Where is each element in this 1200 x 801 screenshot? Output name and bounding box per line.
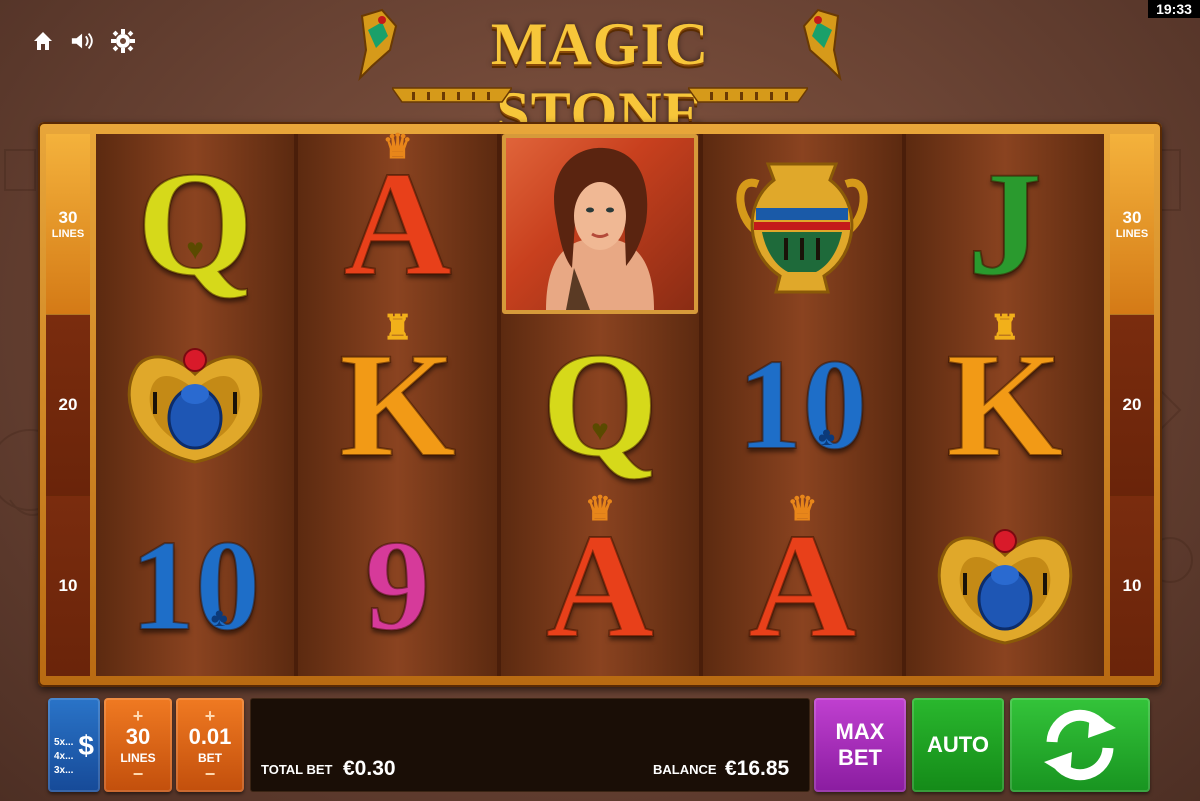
bet-selector[interactable]: + 0.01 BET − (176, 698, 244, 792)
total-bet-value: €0.30 (343, 757, 396, 780)
symbol-cell: 9 (298, 495, 496, 676)
lines-indicator-30[interactable]: 30 LINES (1110, 134, 1154, 315)
control-bar: 5x... 4x... 3x... $ + 30 LINES − + 0.01 … (44, 692, 1156, 797)
bet-plus-button[interactable]: + (205, 707, 216, 725)
scarab-icon (937, 528, 1073, 645)
refresh-icon (1044, 709, 1116, 781)
symbol-cell: Q ♥ (96, 134, 294, 315)
gear-icon[interactable] (110, 28, 136, 54)
symbol-q: Q ♥ (136, 141, 255, 308)
top-toolbar (30, 28, 136, 54)
symbol-cell: ♛ A (703, 490, 901, 676)
lines-number: 20 (58, 395, 78, 414)
crown-icon: ♛ (584, 490, 616, 528)
horus-bird-icon (358, 8, 398, 82)
lines-minus-button[interactable]: − (133, 765, 144, 783)
symbol-cell: Q ♥ (501, 315, 699, 496)
home-icon[interactable] (30, 28, 56, 54)
symbol-k: ♜ K (338, 309, 457, 488)
woman-portrait (501, 134, 698, 315)
bet-minus-button[interactable]: − (205, 765, 216, 783)
symbol-q: Q ♥ (541, 321, 660, 488)
crown-icon: ♜ (989, 309, 1021, 347)
symbol-a: ♛ A (747, 490, 857, 669)
lines-number: 10 (1122, 576, 1142, 595)
lines-plus-button[interactable]: + (133, 707, 144, 725)
logo-ornament (392, 87, 512, 103)
paytable-button[interactable]: 5x... 4x... 3x... $ (48, 698, 100, 792)
dollar-icon: $ (78, 730, 94, 761)
paytable-multipliers: 5x... 4x... 3x... (54, 737, 74, 776)
symbol-cell: 10 ♣ (703, 315, 901, 496)
crown-icon: ♜ (382, 309, 413, 347)
lines-word: LINES (1115, 228, 1149, 240)
bet-value: 0.01 (188, 724, 232, 749)
scarab-icon (127, 347, 263, 464)
max-bet-button[interactable]: MAX BET (814, 698, 906, 792)
crown-icon: ♛ (787, 490, 818, 528)
lines-value: 30 (125, 724, 151, 749)
lines-indicator-10[interactable]: 10 (46, 496, 90, 676)
symbol-cell: ♛ A (501, 490, 699, 676)
symbol-cell: ♛ A (298, 129, 496, 315)
reels-frame: 30 LINES 20 10 Q ♥ 10 ♣ ♛ A ♜ K 9 Q ♥ ♛ … (38, 122, 1162, 687)
symbol-cell: 10 ♣ (96, 495, 294, 676)
lines-number: 30 (1122, 208, 1142, 227)
spin-button[interactable] (1010, 698, 1150, 792)
lines-indicator-right: 30 LINES 20 10 (1110, 134, 1154, 676)
vase-icon (736, 162, 868, 294)
symbol-k: ♜ K (945, 309, 1064, 488)
fleur-icon: ♣ (210, 602, 228, 632)
lines-word: LINES (51, 228, 85, 240)
info-panel: TOTAL BET €0.30 BALANCE €16.85 (250, 698, 810, 792)
reel-3: Q ♥ ♛ A (500, 134, 700, 676)
symbol-cell (703, 134, 901, 315)
reels-grid: Q ♥ 10 ♣ ♛ A ♜ K 9 Q ♥ ♛ A 10 ♣ ♛ A J ♜ … (96, 129, 1104, 676)
lines-indicator-30[interactable]: 30 LINES (46, 134, 90, 315)
balance-value: €16.85 (725, 757, 790, 780)
lines-number: 10 (58, 576, 78, 595)
symbol-a: ♛ A (342, 129, 452, 308)
symbol-10: 10 ♣ (129, 513, 261, 658)
reel-1: Q ♥ 10 ♣ (96, 134, 295, 676)
horus-bird-icon (802, 8, 842, 82)
heart-icon: ♥ (591, 413, 609, 447)
reel-2: ♛ A ♜ K 9 (298, 129, 497, 676)
symbol-cell: ♜ K (298, 309, 496, 496)
status-clock: 19:33 (1148, 0, 1200, 18)
lines-number: 20 (1122, 395, 1142, 414)
lines-indicator-10[interactable]: 10 (1110, 496, 1154, 676)
symbol-cell: J (906, 134, 1104, 315)
speaker-icon[interactable] (70, 28, 96, 54)
lines-number: 30 (58, 208, 78, 227)
lines-indicator-left: 30 LINES 20 10 (46, 134, 90, 676)
auto-button[interactable]: AUTO (912, 698, 1004, 792)
total-bet-label: TOTAL BET (261, 762, 333, 777)
game-logo: MAGIC STONE (352, 6, 848, 146)
symbol-cell (96, 315, 294, 496)
woman-icon (545, 148, 654, 311)
reel-5: J ♜ K (905, 134, 1104, 676)
fleur-icon: ♣ (817, 421, 836, 451)
logo-ornament (688, 87, 808, 103)
symbol-9: 9 (364, 513, 431, 658)
lines-indicator-20[interactable]: 20 (1110, 315, 1154, 496)
reel-4: 10 ♣ ♛ A (703, 134, 902, 676)
crown-icon: ♛ (382, 129, 413, 167)
symbol-10: 10 ♣ (736, 332, 868, 477)
symbol-cell: ♜ K (906, 309, 1104, 496)
symbol-cell (501, 134, 699, 315)
symbol-j: J (966, 141, 1043, 308)
symbol-cell (906, 495, 1104, 676)
lines-selector[interactable]: + 30 LINES − (104, 698, 172, 792)
symbol-a: ♛ A (545, 490, 655, 669)
balance-label: BALANCE (653, 762, 717, 777)
heart-icon: ♥ (186, 233, 205, 267)
lines-indicator-20[interactable]: 20 (46, 315, 90, 496)
